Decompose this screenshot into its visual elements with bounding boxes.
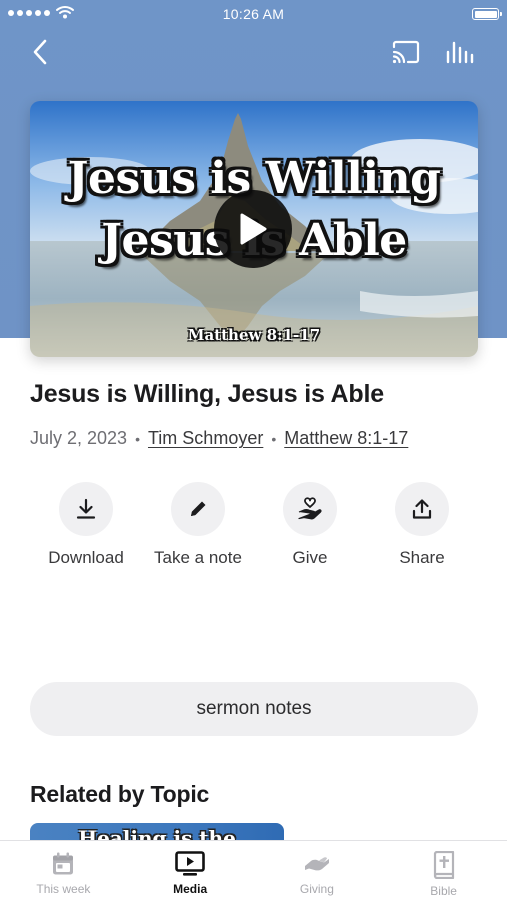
bible-icon	[433, 851, 454, 879]
take-note-label: Take a note	[154, 548, 242, 567]
meta-separator: •	[135, 430, 140, 447]
tab-bar: This week Media Giving Bible	[0, 840, 507, 900]
tab-bible[interactable]: Bible	[380, 841, 507, 900]
tab-media-label: Media	[173, 882, 208, 896]
download-label: Download	[48, 548, 124, 567]
tab-media[interactable]: Media	[127, 841, 254, 900]
take-note-circle	[171, 482, 225, 536]
status-bar: 10:26 AM	[0, 0, 507, 28]
tab-giving-label: Giving	[299, 882, 334, 896]
status-time: 10:26 AM	[222, 6, 285, 22]
sermon-notes-button[interactable]: sermon notes	[30, 682, 478, 736]
take-note-button[interactable]: Take a note	[142, 482, 254, 568]
give-circle	[283, 482, 337, 536]
cast-icon	[392, 40, 420, 64]
tab-bible-label: Bible	[430, 884, 457, 898]
passage-link[interactable]: Matthew 8:1-17	[284, 428, 408, 449]
share-circle	[395, 482, 449, 536]
audio-button[interactable]	[442, 36, 478, 68]
thumbnail-reference: Matthew 8:1-17	[187, 326, 321, 344]
equalizer-icon	[446, 41, 474, 64]
share-button[interactable]: Share	[366, 482, 478, 568]
download-circle	[59, 482, 113, 536]
download-button[interactable]: Download	[30, 482, 142, 568]
related-heading: Related by Topic	[30, 781, 210, 807]
battery-icon	[472, 8, 502, 20]
sermon-meta: July 2, 2023 • Tim Schmoyer • Matthew 8:…	[30, 428, 408, 449]
giving-icon	[304, 857, 329, 871]
give-label: Give	[292, 548, 328, 567]
calendar-icon	[53, 852, 74, 875]
share-icon	[412, 499, 432, 519]
play-icon	[240, 213, 267, 245]
chevron-left-icon	[33, 39, 47, 65]
pencil-icon	[191, 501, 206, 516]
back-button[interactable]	[24, 36, 56, 68]
give-hand-heart-icon	[298, 497, 322, 520]
tab-this-week-label: This week	[36, 882, 91, 896]
sermon-title: Jesus is Willing, Jesus is Able	[30, 380, 384, 408]
speaker-link[interactable]: Tim Schmoyer	[148, 428, 263, 449]
tv-play-icon	[175, 851, 205, 876]
download-icon	[76, 498, 96, 519]
share-label: Share	[399, 548, 445, 567]
tab-this-week[interactable]: This week	[0, 841, 127, 900]
sermon-date: July 2, 2023	[30, 428, 128, 448]
video-thumbnail[interactable]: Jesus is Willing Jesus is Able Matthew 8…	[30, 101, 478, 357]
play-button[interactable]	[214, 190, 292, 268]
tab-giving[interactable]: Giving	[254, 841, 381, 900]
cast-button[interactable]	[388, 36, 424, 68]
give-button[interactable]: Give	[254, 482, 366, 568]
action-row: Download Take a note Give Share	[30, 482, 478, 572]
meta-separator: •	[271, 430, 277, 447]
